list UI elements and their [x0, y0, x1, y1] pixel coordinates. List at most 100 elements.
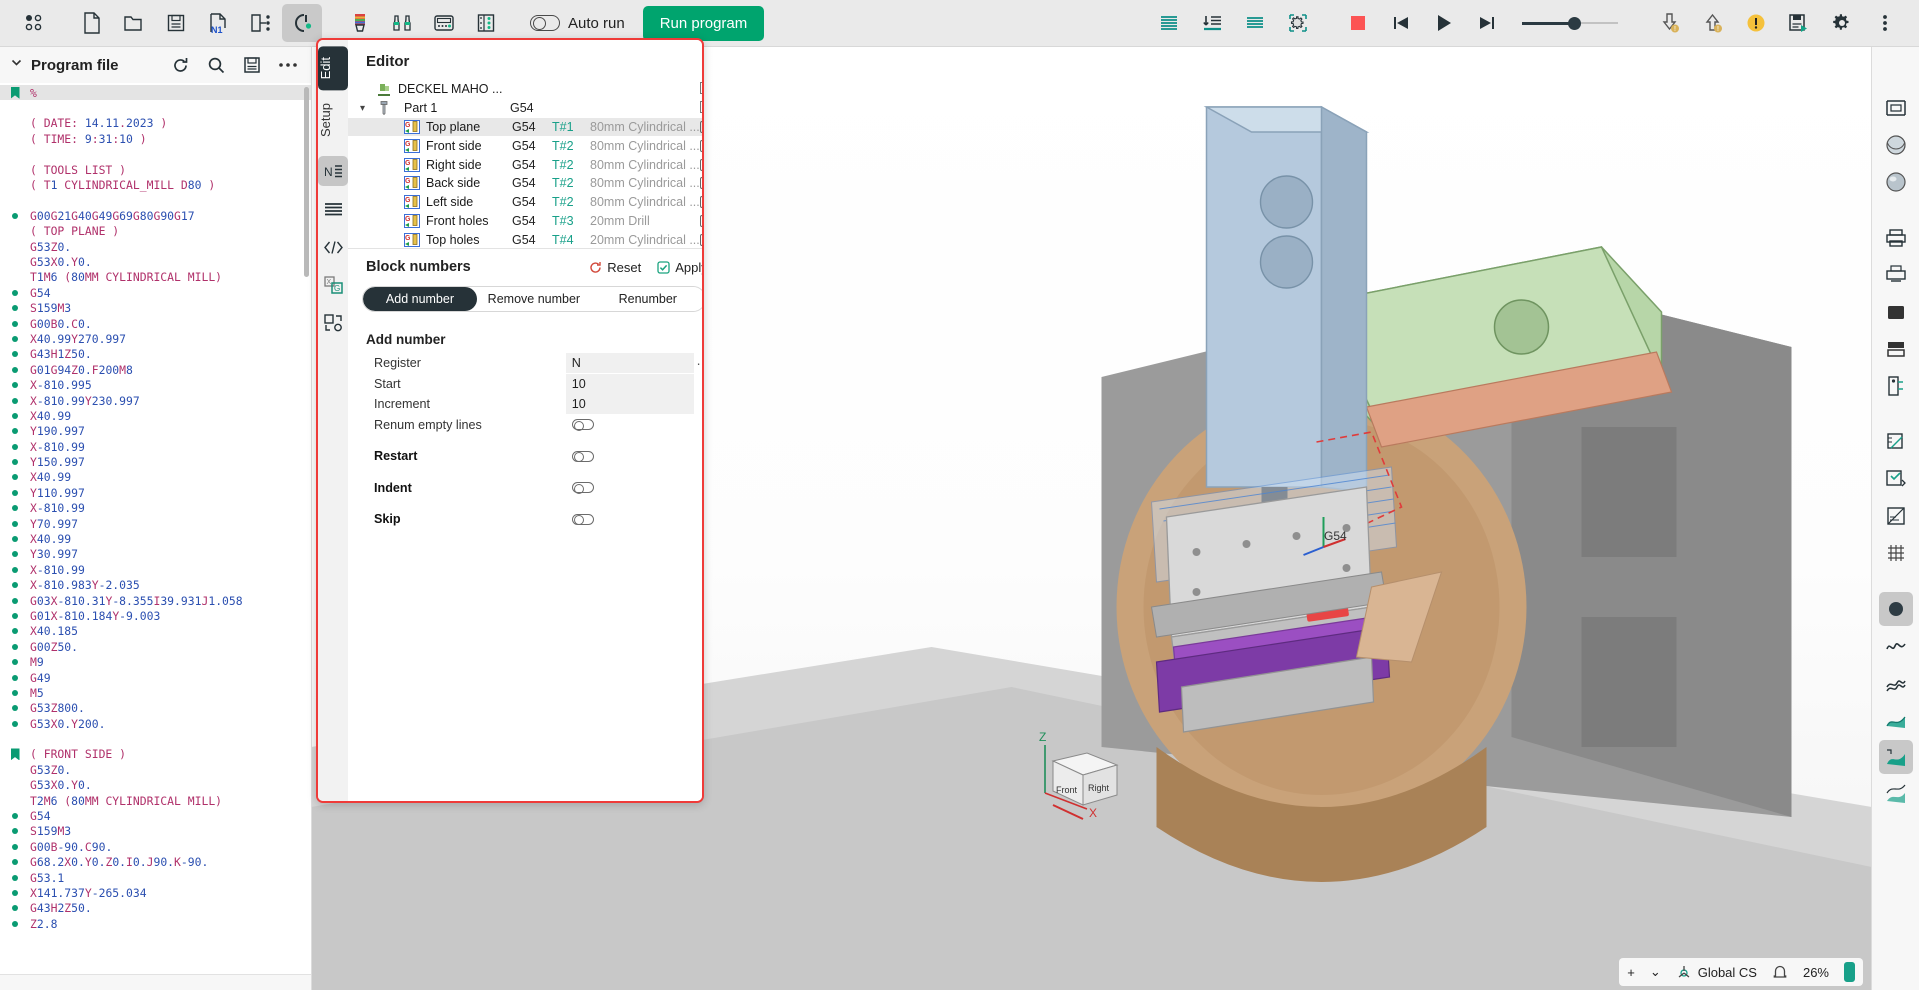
breakpoint-dot-icon[interactable] — [0, 582, 30, 589]
save-icon[interactable] — [156, 4, 196, 42]
operation-checkbox[interactable] — [699, 119, 702, 133]
bell-icon[interactable] — [1772, 964, 1788, 981]
field-menu-icon[interactable]: ⋯ — [694, 356, 702, 371]
tab-edit[interactable]: Edit — [318, 46, 348, 91]
breakpoint-dot-icon[interactable] — [0, 366, 30, 373]
gcode-line[interactable]: ( T1 CYLINDRICAL_MILL D80 ) — [0, 177, 311, 192]
gcode-line[interactable]: G53Z800. — [0, 701, 311, 716]
gcode-line[interactable]: G49 — [0, 670, 311, 685]
save-run-icon[interactable] — [1779, 4, 1819, 42]
bookmark-icon[interactable] — [0, 86, 30, 99]
operation-checkbox[interactable] — [699, 232, 702, 246]
operation-checkbox[interactable] — [699, 213, 702, 227]
operation-checkbox[interactable] — [699, 175, 702, 190]
field-value[interactable]: N — [565, 353, 694, 374]
gcode-line[interactable]: X40.99 — [0, 531, 311, 546]
gcode-line[interactable]: X40.185 — [0, 624, 311, 639]
gcode-editor[interactable]: % ( DATE: 14.11.2023 )( TIME: 9:31:10 ) ( … — [0, 83, 311, 974]
breakpoint-dot-icon[interactable] — [0, 459, 30, 466]
breakpoint-dot-icon[interactable] — [0, 859, 30, 866]
operation-tree[interactable]: DECKEL MAHO ... ▾ Part 1 G54 G Top plane G54 T#… — [348, 80, 702, 248]
field-value[interactable]: 10 — [565, 394, 694, 415]
play-icon[interactable] — [1424, 4, 1464, 42]
gcode-line[interactable]: G00G21G40G49G69G80G90G17 — [0, 208, 311, 223]
gcode-line[interactable]: X40.99Y270.997 — [0, 331, 311, 346]
view-cube[interactable]: Z X Front Right — [1025, 723, 1135, 833]
breakpoint-dot-icon[interactable] — [0, 890, 30, 896]
settings-gear-icon[interactable] — [1822, 4, 1862, 42]
view-dropdown-chevron-icon[interactable]: ⌄ — [1650, 964, 1661, 980]
print-alt-icon[interactable] — [1879, 258, 1913, 292]
more-vertical-icon[interactable] — [1865, 4, 1905, 42]
breakpoint-dot-icon[interactable] — [0, 905, 30, 912]
export-icon[interactable] — [240, 4, 280, 42]
gcode-line[interactable]: Y110.997 — [0, 485, 311, 500]
fixture-icon[interactable] — [382, 4, 422, 42]
lines-icon[interactable] — [1235, 4, 1275, 42]
step-into-icon[interactable] — [1192, 4, 1232, 42]
breakpoint-dot-icon[interactable] — [0, 828, 30, 835]
breakpoint-dot-icon[interactable] — [0, 628, 30, 635]
save-icon[interactable] — [239, 52, 265, 78]
gcode-line[interactable]: X40.99 — [0, 470, 311, 485]
breakpoint-dot-icon[interactable] — [0, 505, 30, 512]
operation-checkbox[interactable] — [699, 157, 702, 171]
bookmark-icon[interactable] — [0, 748, 30, 761]
surface-icon[interactable] — [1879, 666, 1913, 700]
gcode-line[interactable]: X-810.99 — [0, 562, 311, 577]
breakpoint-dot-icon[interactable] — [0, 874, 30, 881]
gcode-line[interactable]: G43H2Z50. — [0, 901, 311, 916]
n1-block-number-icon[interactable]: N1 — [198, 4, 238, 42]
run-program-button[interactable]: Run program — [642, 5, 765, 41]
gcode-line[interactable]: X-810.99 — [0, 501, 311, 516]
tab-setup[interactable]: Setup — [318, 92, 348, 148]
breakpoint-dot-icon[interactable] — [0, 720, 30, 727]
gcode-line[interactable] — [0, 193, 311, 208]
operation-checkbox[interactable] — [699, 138, 702, 152]
gcode-line[interactable]: X-810.99 — [0, 439, 311, 454]
tree-operation-row[interactable]: G Back side G54 T#2 80mm Cylindrical ... — [348, 174, 702, 193]
note-icon[interactable] — [699, 81, 702, 97]
breakpoint-dot-icon[interactable] — [0, 382, 30, 389]
search-icon[interactable] — [203, 52, 229, 78]
breakpoint-dot-icon[interactable] — [0, 428, 30, 435]
tool-list-icon[interactable] — [466, 4, 506, 42]
gcode-line[interactable]: ( TOOLS LIST ) — [0, 162, 311, 177]
gcode-line[interactable]: Z2.8 — [0, 916, 311, 931]
gcode-line[interactable]: S159M3 — [0, 300, 311, 315]
add-view-button[interactable]: + — [1627, 965, 1635, 980]
breakpoint-dot-icon[interactable] — [0, 705, 30, 712]
auto-run-toggle[interactable]: Auto run — [530, 15, 625, 32]
gcode-line[interactable] — [0, 100, 311, 115]
gcode-line[interactable]: G53.1 — [0, 870, 311, 885]
breakpoint-dot-icon[interactable] — [0, 659, 30, 666]
machine-setup-icon[interactable] — [282, 4, 322, 42]
gcode-line[interactable] — [0, 147, 311, 162]
alert-icon[interactable] — [1736, 4, 1776, 42]
gcode-line[interactable]: G53Z0. — [0, 239, 311, 254]
breakpoint-dot-icon[interactable] — [0, 305, 30, 312]
gcode-line[interactable]: G53X0.Y0. — [0, 254, 311, 269]
reset-button[interactable]: Reset — [589, 260, 641, 275]
gcode-line[interactable]: ( TIME: 9:31:10 ) — [0, 131, 311, 146]
gcode-line[interactable]: Y190.997 — [0, 424, 311, 439]
gcode-line[interactable]: X-810.983Y-2.035 — [0, 578, 311, 593]
measure-icon[interactable] — [1879, 425, 1913, 459]
gcode-line[interactable]: X40.99 — [0, 408, 311, 423]
apply-button[interactable]: Apply — [657, 260, 702, 275]
gcode-line[interactable]: S159M3 — [0, 824, 311, 839]
gcode-line[interactable]: T1M6 (80MM CYLINDRICAL MILL) — [0, 270, 311, 285]
speed-slider[interactable] — [1522, 8, 1618, 38]
skip-back-icon[interactable] — [1381, 4, 1421, 42]
tree-operation-row[interactable]: G Top holes G54 T#4 20mm Cylindrical ... — [348, 230, 702, 248]
grid-icon[interactable] — [1879, 536, 1913, 570]
surface-green-icon[interactable] — [1879, 703, 1913, 737]
breakpoint-dot-icon[interactable] — [0, 489, 30, 496]
tree-operation-row[interactable]: G Front holes G54 T#3 20mm Drill — [348, 212, 702, 231]
breakpoint-dot-icon[interactable] — [0, 612, 30, 619]
stock-icon[interactable] — [1879, 369, 1913, 403]
gcode-line[interactable]: X141.737Y-265.034 — [0, 885, 311, 900]
auto-run-switch[interactable] — [530, 15, 560, 31]
gcode-line[interactable]: ( FRONT SIDE ) — [0, 747, 311, 762]
new-file-icon[interactable] — [72, 4, 112, 42]
